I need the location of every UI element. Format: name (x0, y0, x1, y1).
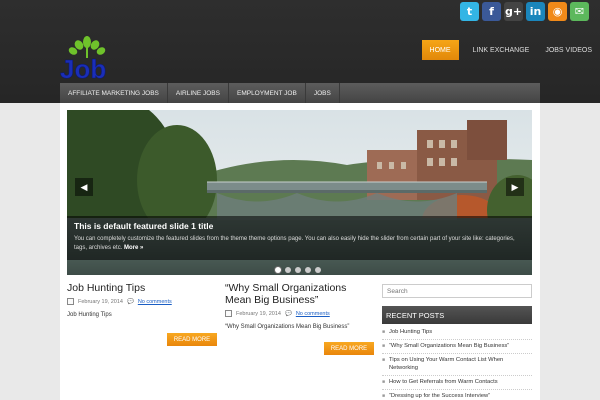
recent-post-link[interactable]: How to Get Referrals from Warm Contacts (382, 376, 532, 390)
topnav-item-link-exchange[interactable]: LINK EXCHANGE (465, 40, 538, 60)
category-navigation: AFFILIATE MARKETING JOBS AIRLINE JOBS EMPL… (60, 83, 540, 103)
social-links: t f g+ in ◉ ✉ (460, 2, 589, 21)
slide-caption: This is default featured slide 1 title Y… (67, 216, 532, 260)
recent-post-link[interactable]: Job Hunting Tips (382, 326, 532, 340)
recent-posts-list: Job Hunting Tips“Why Small Organizations… (382, 326, 532, 400)
google-plus-icon[interactable]: g+ (504, 2, 523, 21)
comment-icon: 💬 (284, 310, 292, 317)
recent-post-link[interactable]: “Why Small Organizations Mean Big Busine… (382, 340, 532, 354)
read-more-button[interactable]: READ MORE (324, 342, 374, 355)
slider-prev-button[interactable]: ◀ (75, 178, 93, 196)
slide-title: This is default featured slide 1 title (74, 221, 214, 231)
featured-slider[interactable]: ◀ ▶ This is default featured slide 1 tit… (67, 110, 532, 275)
category-item-affiliate-marketing-jobs[interactable]: AFFILIATE MARKETING JOBS (60, 83, 168, 103)
topnav-item-jobs-videos[interactable]: JOBS VIDEOS (537, 40, 600, 60)
post-comments-link[interactable]: No comments (138, 299, 172, 305)
post-title[interactable]: “Why Small Organizations Mean Big Busine… (225, 282, 375, 306)
top-navigation: HOME LINK EXCHANGE JOBS VIDEOS (421, 40, 600, 60)
post-excerpt: Job Hunting Tips (67, 312, 112, 318)
post-meta: February 19, 2014 💬 No comments (225, 310, 375, 317)
slider-dot[interactable] (305, 267, 311, 273)
post-date: February 19, 2014 (236, 310, 281, 317)
post-title[interactable]: Job Hunting Tips (67, 282, 217, 294)
slider-dot[interactable] (295, 267, 301, 273)
email-icon[interactable]: ✉ (570, 2, 589, 21)
facebook-icon[interactable]: f (482, 2, 501, 21)
slider-dot[interactable] (315, 267, 321, 273)
chevron-right-icon: ▶ (511, 181, 519, 192)
slider-next-button[interactable]: ▶ (506, 178, 524, 196)
post-card: Job Hunting Tips February 19, 2014 💬 No … (67, 282, 217, 318)
slider-pagination (275, 267, 321, 273)
post-excerpt: “Why Small Organizations Mean Big Busine… (225, 324, 350, 330)
slider-dot[interactable] (285, 267, 291, 273)
rss-icon[interactable]: ◉ (548, 2, 567, 21)
category-item-airline-jobs[interactable]: AIRLINE JOBS (168, 83, 229, 103)
category-item-jobs[interactable]: JOBS (306, 83, 340, 103)
recent-posts-heading: RECENT POSTS (382, 306, 532, 324)
logo-text: Job (60, 54, 106, 81)
calendar-icon (225, 310, 232, 317)
recent-post-link[interactable]: Tips on Using Your Warm Contact List Whe… (382, 354, 532, 376)
slide-description: You can completely customize the feature… (74, 235, 525, 253)
slider-dot[interactable] (275, 267, 281, 273)
category-item-employment-job[interactable]: EMPLOYMENT JOB (229, 83, 306, 103)
site-logo[interactable]: Job (59, 36, 119, 81)
twitter-icon[interactable]: t (460, 2, 479, 21)
linkedin-icon[interactable]: in (526, 2, 545, 21)
calendar-icon (67, 298, 74, 305)
post-meta: February 19, 2014 💬 No comments (67, 298, 217, 305)
post-comments-link[interactable]: No comments (296, 311, 330, 317)
topnav-item-home[interactable]: HOME (421, 40, 459, 60)
read-more-button[interactable]: READ MORE (167, 333, 217, 346)
chevron-left-icon: ◀ (80, 181, 88, 192)
post-date: February 19, 2014 (78, 298, 123, 305)
search-input[interactable] (382, 284, 532, 298)
post-card: “Why Small Organizations Mean Big Busine… (225, 282, 375, 330)
comment-icon: 💬 (126, 298, 134, 305)
recent-post-link[interactable]: “Dressing up for the Success Interview” (382, 390, 532, 400)
slide-more-link[interactable]: More » (124, 245, 143, 251)
